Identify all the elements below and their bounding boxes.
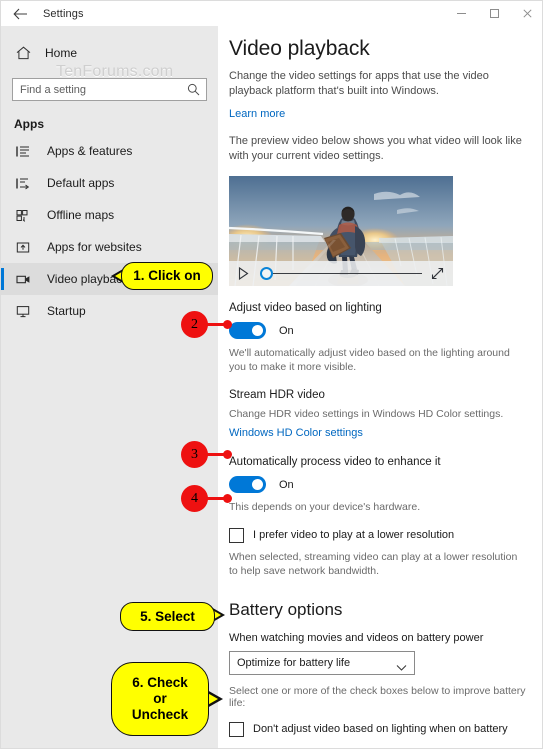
settings-window: Settings Home Find a setting TenForums.c… <box>0 0 543 749</box>
learn-more-link[interactable]: Learn more <box>229 108 285 120</box>
lower-resolution-description: When selected, streaming video can play … <box>229 551 518 577</box>
battery-hint: Select one or more of the check boxes be… <box>229 685 526 709</box>
main-content: Video playback Change the video settings… <box>218 26 542 748</box>
maximize-button[interactable] <box>478 1 511 26</box>
intro-text: Change the video settings for apps that … <box>229 70 489 97</box>
offline-maps-icon <box>14 209 32 222</box>
battery-checkbox-label: Don't adjust video based on lighting whe… <box>253 723 508 735</box>
close-icon <box>523 9 532 18</box>
apps-for-websites-icon <box>14 241 32 254</box>
back-arrow-icon <box>12 8 27 19</box>
hd-color-settings-link[interactable]: Windows HD Color settings <box>229 427 363 439</box>
window-controls <box>445 1 542 26</box>
close-button[interactable] <box>511 1 542 26</box>
minimize-button[interactable] <box>445 1 478 26</box>
video-controls <box>229 261 453 286</box>
title-bar: Settings <box>1 1 542 26</box>
sidebar-group-label: Apps <box>14 117 44 131</box>
sidebar-item-apps-for-websites[interactable]: Apps for websites <box>1 231 218 263</box>
auto-process-description: This depends on your device's hardware. <box>229 501 421 513</box>
badge-step-4: 4 <box>181 485 208 512</box>
startup-icon <box>14 305 32 318</box>
sidebar-item-label: Startup <box>47 304 86 318</box>
search-box[interactable] <box>12 78 207 101</box>
hdr-description: Change HDR video settings in Windows HD … <box>229 408 504 420</box>
hdr-heading: Stream HDR video <box>229 389 325 401</box>
callout-step-6-line2: or <box>153 691 167 706</box>
window-title: Settings <box>43 7 84 20</box>
apps-features-icon <box>14 145 32 158</box>
callout-step-6: 6. Check or Uncheck <box>111 662 209 736</box>
video-playback-icon <box>14 273 32 286</box>
badge-step-2: 2 <box>181 311 208 338</box>
lighting-toggle[interactable] <box>229 322 266 339</box>
search-area: TenForums.com <box>12 63 207 101</box>
battery-checkbox-no-lighting[interactable] <box>229 722 244 737</box>
seek-thumb[interactable] <box>260 267 273 280</box>
home-label: Home <box>45 46 78 60</box>
default-apps-icon <box>14 177 32 190</box>
sidebar-item-label: Offline maps <box>47 208 115 222</box>
sidebar-nav-list: Apps & features Default apps Offline map… <box>1 135 218 327</box>
lighting-toggle-state: On <box>279 324 294 337</box>
leader-dot-4 <box>223 494 232 503</box>
battery-checkbox-row[interactable]: Don't adjust video based on lighting whe… <box>229 722 532 737</box>
callout-step-5: 5. Select <box>120 602 215 631</box>
callout-step-1: 1. Click on <box>121 262 213 290</box>
search-input[interactable] <box>20 83 180 96</box>
page-title: Video playback <box>229 37 370 60</box>
lower-resolution-label: I prefer video to play at a lower resolu… <box>253 529 455 541</box>
battery-options-title: Battery options <box>229 600 343 619</box>
sidebar-item-offline-maps[interactable]: Offline maps <box>1 199 218 231</box>
lower-resolution-row[interactable]: I prefer video to play at a lower resolu… <box>229 528 532 543</box>
callout-step-6-line3: Uncheck <box>131 707 189 722</box>
preview-note: The preview video below shows you what v… <box>229 135 522 162</box>
auto-process-toggle-state: On <box>279 478 294 491</box>
auto-process-toggle[interactable] <box>229 476 266 493</box>
sidebar-item-label: Apps & features <box>47 144 133 158</box>
sidebar: Home TenForums.com Apps <box>1 26 218 748</box>
auto-process-heading: Automatically process video to enhance i… <box>229 456 441 468</box>
battery-power-dropdown[interactable]: Optimize for battery life <box>229 651 415 675</box>
toggle-knob <box>252 479 263 490</box>
sidebar-item-default-apps[interactable]: Default apps <box>1 167 218 199</box>
badge-step-3: 3 <box>181 441 208 468</box>
home-icon <box>13 46 33 60</box>
lighting-toggle-row: On <box>229 322 532 339</box>
toggle-knob <box>252 325 263 336</box>
chevron-down-icon <box>396 659 407 677</box>
callout-step-6-line1: 6. Check <box>132 675 188 690</box>
lighting-heading: Adjust video based on lighting <box>229 302 382 314</box>
sidebar-item-home[interactable]: Home <box>1 37 218 69</box>
lower-resolution-checkbox[interactable] <box>229 528 244 543</box>
sidebar-item-apps-features[interactable]: Apps & features <box>1 135 218 167</box>
video-seek-slider[interactable] <box>260 267 422 281</box>
maximize-icon <box>490 9 499 18</box>
video-preview[interactable] <box>229 176 453 286</box>
leader-dot-2 <box>223 320 232 329</box>
leader-dot-3 <box>223 450 232 459</box>
sidebar-item-label: Apps for websites <box>47 240 142 254</box>
minimize-icon <box>457 13 466 14</box>
fullscreen-icon[interactable] <box>431 267 444 280</box>
auto-process-toggle-row: On <box>229 476 532 493</box>
back-button[interactable] <box>1 1 39 26</box>
lighting-description: We'll automatically adjust video based o… <box>229 347 510 373</box>
seek-track <box>267 272 422 275</box>
sidebar-item-label: Default apps <box>47 176 115 190</box>
battery-power-selected-value: Optimize for battery life <box>237 657 351 669</box>
battery-select-label: When watching movies and videos on batte… <box>229 632 484 644</box>
search-icon[interactable] <box>187 83 200 101</box>
play-icon[interactable] <box>238 267 249 280</box>
